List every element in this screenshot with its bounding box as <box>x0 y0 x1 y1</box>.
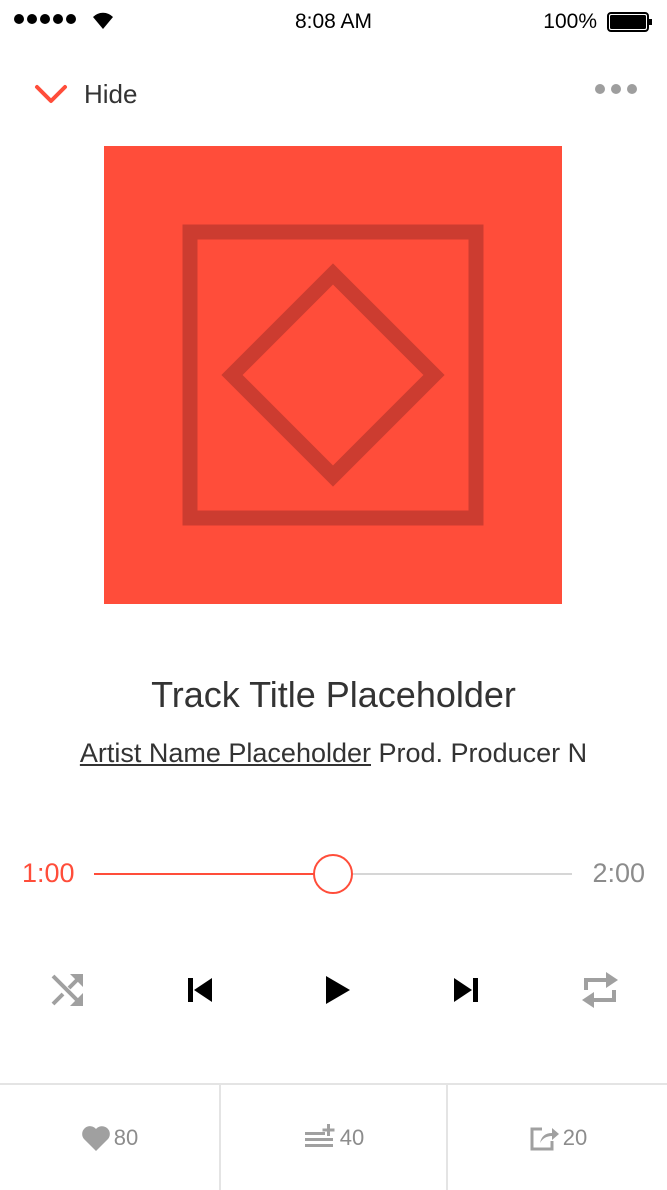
progress-fill <box>94 873 333 875</box>
share-button[interactable]: 20 <box>446 1085 667 1190</box>
share-icon <box>530 1127 559 1150</box>
play-icon <box>326 976 350 1004</box>
progress-scrubber[interactable] <box>313 854 353 894</box>
repeat-button[interactable] <box>576 966 624 1014</box>
next-icon <box>454 978 478 1002</box>
like-button[interactable]: 80 <box>0 1085 219 1190</box>
like-count: 80 <box>113 1124 139 1150</box>
shuffle-icon <box>51 974 83 1006</box>
battery-percent: 100% <box>543 10 597 33</box>
previous-icon <box>188 978 212 1002</box>
repeat-icon <box>582 972 618 1008</box>
status-bar: 8:08 AM 100% <box>0 0 667 44</box>
stats-bar: 80 40 20 <box>0 1083 667 1190</box>
battery-icon <box>607 12 652 32</box>
hide-label: Hide <box>84 78 138 109</box>
next-button[interactable] <box>442 966 490 1014</box>
shuffle-button[interactable] <box>43 966 91 1014</box>
hide-button[interactable]: Hide <box>34 76 137 112</box>
artist-link[interactable]: Artist Name Placeholder <box>80 738 371 768</box>
track-title: Track Title Placeholder <box>151 674 516 715</box>
elapsed-time: 1:00 <box>22 858 75 888</box>
previous-button[interactable] <box>176 966 224 1014</box>
image-placeholder-icon <box>182 224 484 526</box>
add-to-playlist-button[interactable]: 40 <box>219 1085 446 1190</box>
heart-icon <box>81 1125 110 1151</box>
share-count: 20 <box>562 1124 588 1150</box>
producer-text: Prod. Producer N <box>378 738 588 768</box>
total-time: 2:00 <box>592 858 645 888</box>
add-to-playlist-icon <box>304 1123 335 1147</box>
track-subtitle: Artist Name Placeholder Prod. Producer N <box>0 738 667 769</box>
chevron-down-icon <box>35 85 67 103</box>
more-icon[interactable] <box>595 84 637 94</box>
playlist-count: 40 <box>339 1124 365 1150</box>
play-button[interactable] <box>312 966 360 1014</box>
album-artwork <box>104 146 562 604</box>
